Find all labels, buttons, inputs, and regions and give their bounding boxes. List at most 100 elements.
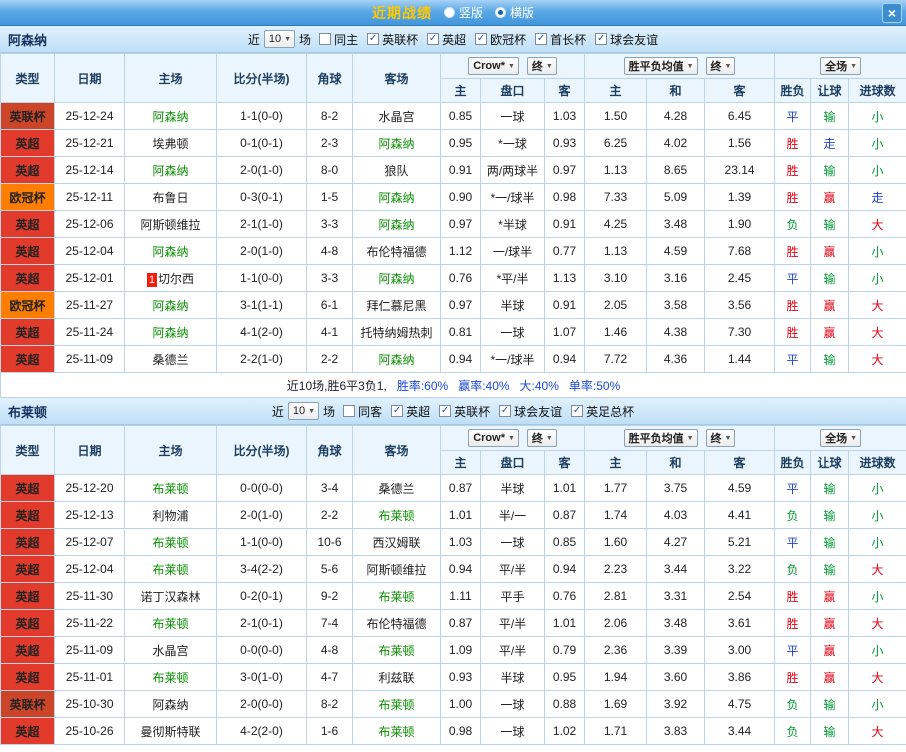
cell-asian-away-odds: 0.87 (543, 501, 586, 529)
cell-euro-away-odds: 2.45 (704, 264, 776, 292)
match-count-dropdown[interactable]: 10 (263, 30, 296, 48)
summary-stat: 单率:50% (568, 378, 621, 393)
cell-asian-away-odds: 0.77 (543, 237, 586, 265)
filter-checkbox[interactable]: 同客 (343, 403, 382, 420)
layout-radio-horizontal[interactable]: 横版 (495, 4, 534, 21)
cell-date: 25-11-09 (54, 345, 125, 373)
cell-asian-away-odds: 0.93 (543, 129, 586, 157)
cell-corners: 1-5 (306, 183, 353, 211)
filter-checkbox[interactable]: ✓ 英超 (391, 403, 430, 420)
cell-score: 4-2(2-0) (216, 717, 307, 745)
cell-handicap: 一球 (480, 318, 545, 346)
cell-euro-home-odds: 7.33 (584, 183, 648, 211)
filter-checkbox[interactable]: ✓ 球会友谊 (499, 403, 562, 420)
cell-euro-home-odds: 2.36 (584, 636, 648, 664)
checkbox-checked-icon: ✓ (499, 405, 512, 417)
filter-checkbox[interactable]: ✓ 英联杯 (367, 31, 418, 48)
cell-handicap-result: 输 (810, 345, 850, 373)
games-label: 场 (323, 404, 336, 419)
filter-label: 英超 (406, 404, 431, 419)
summary-cell: 近10场,胜6平3负1, 胜率:60% 赢率:40% 大:40% 单率:50% (0, 372, 906, 398)
filter-controls: 近 10 场 同主✓英联杯✓英超✓欧冠杯✓首长杯✓球会友谊 (248, 30, 658, 48)
cell-corners: 10-6 (306, 528, 353, 556)
cell-date: 25-12-20 (54, 474, 125, 502)
filter-checkbox[interactable]: ✓ 英超 (427, 31, 466, 48)
cell-asian-home-odds: 0.85 (440, 102, 481, 130)
cell-league-type: 欧冠杯 (0, 183, 55, 211)
match-row: 英联杯 25-10-30 阿森纳 2-0(0-0) 8-2 布莱顿 1.00 一… (0, 690, 906, 718)
filter-checkbox[interactable]: ✓ 首长杯 (535, 31, 586, 48)
cell-euro-away-odds: 4.41 (704, 501, 776, 529)
close-icon[interactable]: × (882, 3, 902, 23)
cell-corners: 4-1 (306, 318, 353, 346)
cell-handicap: 平/半 (480, 636, 545, 664)
cell-euro-home-odds: 2.05 (584, 291, 648, 319)
cell-league-type: 英超 (0, 129, 55, 157)
cell-asian-away-odds: 1.07 (543, 318, 586, 346)
col-header-asian-home: 主 (440, 78, 481, 103)
cell-handicap-result: 赢 (810, 582, 850, 610)
layout-radio-vertical[interactable]: 竖版 (443, 4, 483, 21)
cell-goals-result: 大 (848, 210, 906, 238)
final-odds-dropdown[interactable]: 终 (526, 429, 557, 447)
asian-odds-group-header: Crow* 终 (439, 53, 586, 79)
page-title: 近期战绩 (371, 4, 432, 21)
cell-euro-away-odds: 2.54 (704, 582, 776, 610)
wdl-average-dropdown[interactable]: 胜平负均值 (623, 429, 698, 447)
col-header-home: 主场 (124, 53, 217, 103)
full-match-dropdown[interactable]: 全场 (820, 57, 862, 75)
bookmaker-dropdown[interactable]: Crow* (468, 429, 519, 447)
section-header-band: 阿森纳 近 10 场 同主✓英联杯✓英超✓欧冠杯✓首长杯✓球会友谊 (0, 26, 906, 53)
away-team-name: 布伦特福德 (366, 616, 427, 631)
cell-league-type: 英联杯 (0, 690, 55, 718)
filter-checkbox[interactable]: ✓ 英足总杯 (571, 403, 634, 420)
cell-handicap: 一球 (480, 690, 545, 718)
cell-win-lose-result: 平 (774, 636, 812, 664)
cell-corners: 3-3 (306, 210, 353, 238)
cell-score: 1-1(0-0) (216, 264, 307, 292)
filter-checkbox[interactable]: ✓ 球会友谊 (595, 31, 658, 48)
wdl-average-dropdown[interactable]: 胜平负均值 (623, 57, 698, 75)
cell-euro-draw-odds: 3.60 (646, 663, 706, 691)
away-team-name: 布莱顿 (378, 724, 415, 739)
final-odds-dropdown[interactable]: 终 (705, 429, 736, 447)
cell-euro-draw-odds: 3.44 (646, 555, 706, 583)
final-odds-dropdown[interactable]: 终 (705, 57, 736, 75)
cell-score: 1-1(0-0) (216, 102, 307, 130)
cell-handicap-result: 输 (810, 264, 850, 292)
cell-asian-away-odds: 1.02 (543, 717, 586, 745)
cell-handicap: 一球 (480, 102, 545, 130)
filter-checkbox[interactable]: 同主 (319, 31, 358, 48)
cell-league-type: 英超 (0, 609, 55, 637)
cell-away-team: 阿森纳 (352, 345, 441, 373)
final-odds-dropdown-value: 终 (710, 433, 722, 445)
cell-goals-result: 走 (848, 183, 906, 211)
match-count-dropdown[interactable]: 10 (287, 402, 320, 420)
cell-euro-home-odds: 2.81 (584, 582, 648, 610)
filter-checkbox[interactable]: ✓ 英联杯 (439, 403, 490, 420)
final-odds-dropdown[interactable]: 终 (526, 57, 557, 75)
cell-home-team: 布莱顿 (124, 609, 217, 637)
cell-away-team: 布莱顿 (352, 717, 441, 745)
cell-corners: 8-2 (306, 102, 353, 130)
cell-asian-home-odds: 1.01 (440, 501, 481, 529)
cell-win-lose-result: 负 (774, 690, 812, 718)
cell-home-team: 曼彻斯特联 (124, 717, 217, 745)
col-header-euro-home: 主 (584, 450, 648, 475)
team-section: 阿森纳 近 10 场 同主✓英联杯✓英超✓欧冠杯✓首长杯✓球会友谊 类型 日期 … (0, 26, 906, 398)
cell-handicap: 半/一 (480, 501, 545, 529)
away-team-name: 阿森纳 (378, 217, 415, 232)
cell-handicap-result: 赢 (810, 183, 850, 211)
cell-corners: 3-4 (306, 474, 353, 502)
cell-away-team: 布伦特福德 (352, 609, 441, 637)
bookmaker-dropdown[interactable]: Crow* (468, 57, 519, 75)
cell-home-team: 布鲁日 (124, 183, 217, 211)
filter-checkbox[interactable]: ✓ 欧冠杯 (475, 31, 526, 48)
filter-label: 英联杯 (454, 404, 491, 419)
cell-score: 0-0(0-0) (216, 474, 307, 502)
full-match-dropdown[interactable]: 全场 (820, 429, 862, 447)
cell-home-team: 阿森纳 (124, 690, 217, 718)
cell-euro-home-odds: 3.10 (584, 264, 648, 292)
home-team-name: 水晶宫 (152, 643, 189, 658)
cell-euro-away-odds: 3.61 (704, 609, 776, 637)
